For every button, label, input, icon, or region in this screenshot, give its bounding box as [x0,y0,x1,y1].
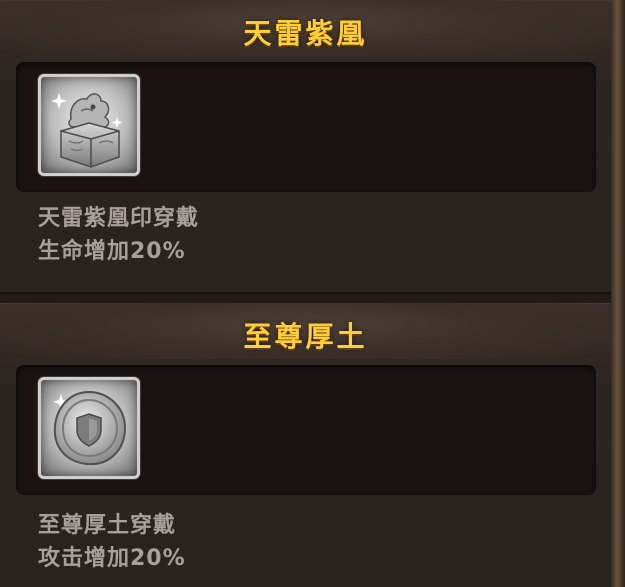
item-slot-row [16,62,596,192]
description-line: 天雷紫凰印穿戴 [38,206,200,231]
item-slot-row [16,365,596,495]
item-slot[interactable] [38,74,140,176]
set-title: 天雷紫凰 [243,17,368,50]
bonus-line: 攻击增加20% [38,546,186,571]
description-line: 至尊厚土穿戴 [38,513,177,538]
frame-edge [611,0,625,587]
set-bonus-panel: 天雷紫凰 天雷紫凰印穿戴 生命增加20% [0,0,611,294]
set-description: 天雷紫凰印穿戴 生命增加20% [38,202,199,268]
set-bonus-panel: 至尊厚土 至尊厚土穿戴 攻击增加20% [0,303,611,587]
set-description: 至尊厚土穿戴 攻击增加20% [38,509,186,575]
set-bonus-screen: 天雷紫凰 天雷紫凰印穿戴 生命增加20% 至尊厚土 至尊厚土穿戴 攻击增加20% [0,0,625,587]
set-title: 至尊厚土 [243,320,368,353]
item-slot[interactable] [38,377,140,479]
seal-icon [51,93,123,168]
shield-coin-icon [53,390,127,466]
bonus-line: 生命增加20% [38,239,186,264]
